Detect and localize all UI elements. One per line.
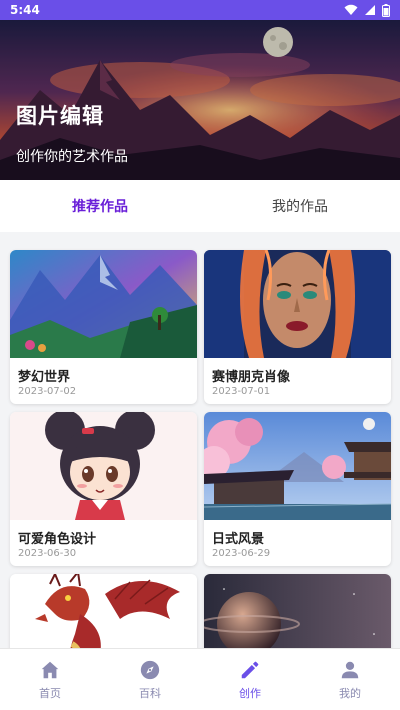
work-card-cyberpunk-portrait[interactable]: 赛博朋克肖像 2023-07-01: [204, 250, 391, 404]
status-icons: [344, 3, 390, 17]
card-image: [204, 250, 391, 358]
card-title: 梦幻世界: [18, 370, 71, 385]
hero-banner: 图片编辑 创作你的艺术作品: [0, 20, 400, 180]
nav-profile-label: 我的: [339, 686, 361, 700]
bottom-nav: 首页 百科 创作 我的: [0, 648, 400, 710]
card-title: 赛博朋克肖像: [212, 370, 291, 385]
tab-bar: 推荐作品 我的作品: [0, 180, 400, 232]
card-title: 日式风景: [212, 532, 265, 547]
compass-icon: [140, 660, 160, 679]
card-title: 可爱角色设计: [18, 532, 97, 547]
card-image: [10, 250, 197, 358]
pencil-icon: [241, 661, 259, 678]
card-date: 2023-07-02: [18, 386, 77, 397]
card-image: [204, 412, 391, 520]
user-icon: [341, 661, 359, 678]
nav-home[interactable]: 首页: [0, 649, 100, 710]
card-image: [204, 574, 391, 648]
hero-subtitle: 创作你的艺术作品: [16, 149, 128, 165]
work-card-japanese-scenery[interactable]: 日式风景 2023-06-29: [204, 412, 391, 566]
work-card-dragon[interactable]: [10, 574, 197, 648]
tab-recommended[interactable]: 推荐作品: [0, 180, 200, 232]
nav-profile[interactable]: 我的: [300, 649, 400, 710]
nav-create-label: 创作: [239, 686, 261, 700]
card-image: [10, 412, 197, 520]
nav-home-label: 首页: [39, 686, 61, 700]
hero-title: 图片编辑: [16, 104, 104, 128]
card-image: [10, 574, 197, 648]
tab-my-works[interactable]: 我的作品: [200, 180, 400, 232]
signal-icon: [365, 5, 375, 15]
nav-create[interactable]: 创作: [200, 649, 300, 710]
card-date: 2023-07-01: [212, 386, 271, 397]
card-date: 2023-06-29: [212, 548, 271, 559]
wifi-icon: [344, 4, 358, 15]
work-card-dream-world[interactable]: 梦幻世界 2023-07-02: [10, 250, 197, 404]
work-card-cute-character[interactable]: 可爱角色设计 2023-06-30: [10, 412, 197, 566]
battery-icon: [382, 3, 390, 17]
home-icon: [41, 661, 59, 678]
work-card-planet[interactable]: [204, 574, 391, 648]
nav-encyclopedia-label: 百科: [139, 686, 161, 700]
card-date: 2023-06-30: [18, 548, 77, 559]
nav-encyclopedia[interactable]: 百科: [100, 649, 200, 710]
status-bar: 5:44: [0, 0, 400, 20]
status-time: 5:44: [10, 3, 40, 17]
works-grid: 梦幻世界 2023-07-02 赛博朋克肖像 2023-07-01 可爱角色设计…: [0, 232, 400, 648]
